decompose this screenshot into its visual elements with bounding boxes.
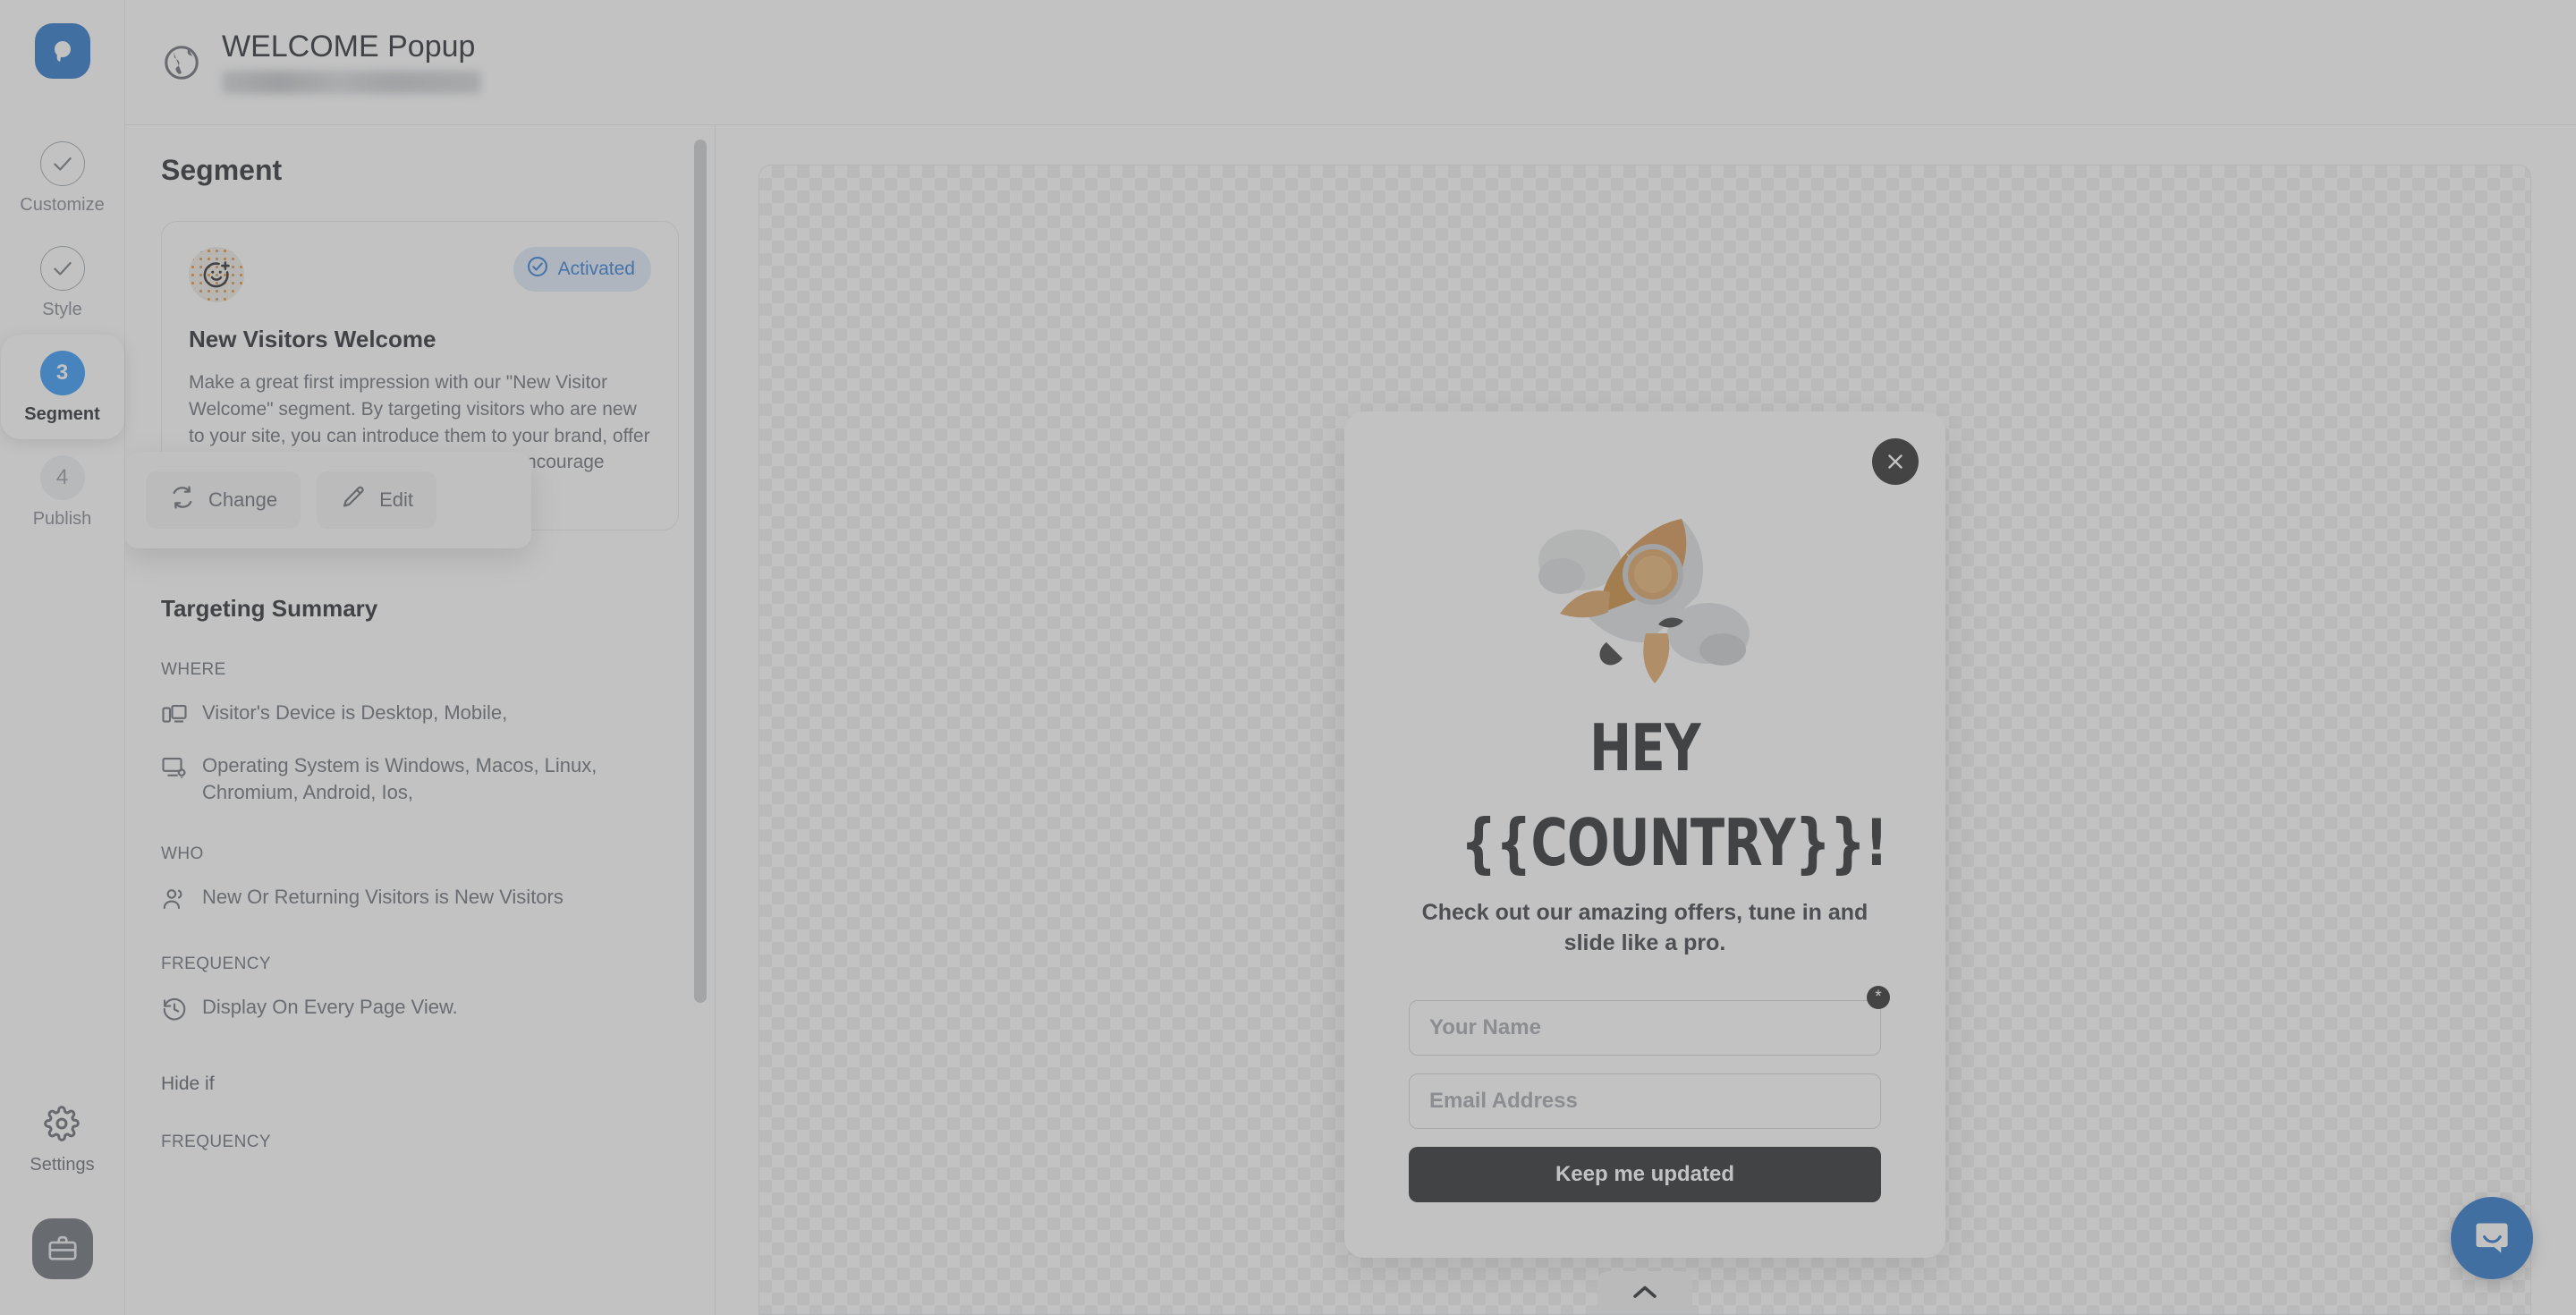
targeting-row-text: Operating System is Windows, Macos, Linu… <box>202 754 597 804</box>
targeting-group-label-frequency: FREQUENCY <box>161 954 271 973</box>
briefcase-icon[interactable] <box>31 1218 93 1279</box>
monitor-gear-icon <box>161 752 188 785</box>
targeting-row-text: Visitor's Device is Desktop, Mobile, <box>202 701 508 725</box>
globe-icon <box>161 42 202 83</box>
close-icon[interactable] <box>1872 438 1919 485</box>
chat-bubble-icon[interactable] <box>2451 1197 2533 1279</box>
chevron-up-icon[interactable] <box>1597 1271 1692 1314</box>
edit-button[interactable]: Edit <box>317 471 436 529</box>
segment-card-header: Activated <box>189 247 651 302</box>
blurred-subtitle <box>222 71 481 95</box>
hide-if-group-label: FREQUENCY <box>161 1132 271 1151</box>
left-rail: Customize Style 3 Segment 4 Publish Sett… <box>0 0 125 1315</box>
popup-form: * Keep me updated <box>1409 985 1890 1202</box>
status-badge: Activated <box>513 247 651 292</box>
sidebar-step-style[interactable]: Style <box>1 230 124 335</box>
targeting-row: Operating System is Windows, Macos, Linu… <box>161 752 679 807</box>
sidebar-step-customize[interactable]: Customize <box>1 125 124 230</box>
name-field[interactable] <box>1409 999 1881 1056</box>
sidebar-step-label: Customize <box>20 195 105 215</box>
rocket-illustration <box>1538 519 1750 683</box>
change-button[interactable]: Change <box>146 471 301 529</box>
email-field[interactable] <box>1409 1073 1881 1129</box>
targeting-summary-title: Targeting Summary <box>161 595 378 623</box>
panel-heading: Segment <box>161 154 283 186</box>
refresh-icon <box>169 484 196 516</box>
segment-panel: Segment Activated New Visitors Welcome M… <box>125 125 716 1315</box>
app-root: Customize Style 3 Segment 4 Publish Sett… <box>0 0 2576 1315</box>
title-block: WELCOME Popup <box>222 29 481 95</box>
popup-preview: HEY {{COUNTRY}}! Check out our amazing o… <box>1344 411 1945 1258</box>
scrollbar-thumb[interactable] <box>694 140 707 1003</box>
preview-area: HEY {{COUNTRY}}! Check out our amazing o… <box>716 125 2576 1315</box>
targeting-row: Display On Every Page View. <box>161 994 679 1027</box>
targeting-row-text: Display On Every Page View. <box>202 995 458 1018</box>
check-circle-icon <box>39 246 85 291</box>
settings-label: Settings <box>30 1155 95 1175</box>
popup-headline-line1: HEY <box>1589 710 1700 785</box>
sidebar-item-settings[interactable]: Settings <box>30 1106 95 1175</box>
check-circle-icon <box>526 255 549 284</box>
panel-scrollbar[interactable] <box>694 140 707 1195</box>
required-marker: * <box>1867 985 1890 1009</box>
pencil-icon <box>340 484 367 516</box>
page-title: WELCOME Popup <box>222 29 476 64</box>
sidebar-step-label: Segment <box>24 404 100 424</box>
check-circle-icon <box>39 141 85 186</box>
history-icon <box>161 994 188 1027</box>
edit-button-label: Edit <box>379 488 413 511</box>
segment-actions-popover: Change Edit <box>125 452 531 548</box>
targeting-group-label-who: WHO <box>161 844 204 863</box>
pushengage-logo-icon[interactable] <box>34 23 90 79</box>
step-list: Customize Style 3 Segment 4 Publish <box>0 125 124 544</box>
sidebar-step-label: Publish <box>32 509 92 529</box>
step-number-icon: 3 <box>39 351 85 395</box>
targeting-group-label-where: WHERE <box>161 660 226 680</box>
rail-bottom: Settings <box>0 1106 124 1315</box>
popup-subheadline: Check out our amazing offers, tune in an… <box>1421 899 1868 956</box>
targeting-row: Visitor's Device is Desktop, Mobile, <box>161 700 679 733</box>
targeting-row-text: New Or Returning Visitors is New Visitor… <box>202 885 564 908</box>
devices-icon <box>161 700 188 733</box>
targeting-row: New Or Returning Visitors is New Visitor… <box>161 884 679 917</box>
gear-icon <box>44 1106 80 1146</box>
sidebar-step-segment[interactable]: 3 Segment <box>0 335 124 439</box>
smiley-plus-icon <box>189 247 244 302</box>
topbar: WELCOME Popup <box>125 0 2576 125</box>
segment-panel-content: Segment Activated New Visitors Welcome M… <box>125 125 715 1152</box>
sidebar-step-label: Style <box>42 300 82 319</box>
users-icon <box>161 884 188 917</box>
hide-if-label: Hide if <box>161 1073 215 1094</box>
submit-button[interactable]: Keep me updated <box>1409 1146 1881 1202</box>
change-button-label: Change <box>208 488 278 511</box>
preview-canvas: HEY {{COUNTRY}}! Check out our amazing o… <box>758 165 2531 1315</box>
sidebar-step-publish[interactable]: 4 Publish <box>1 439 124 544</box>
status-badge-label: Activated <box>557 259 635 279</box>
segment-title: New Visitors Welcome <box>189 326 436 352</box>
popup-headline-line2: {{COUNTRY}}! <box>1461 805 1888 881</box>
step-number-icon: 4 <box>39 455 85 500</box>
